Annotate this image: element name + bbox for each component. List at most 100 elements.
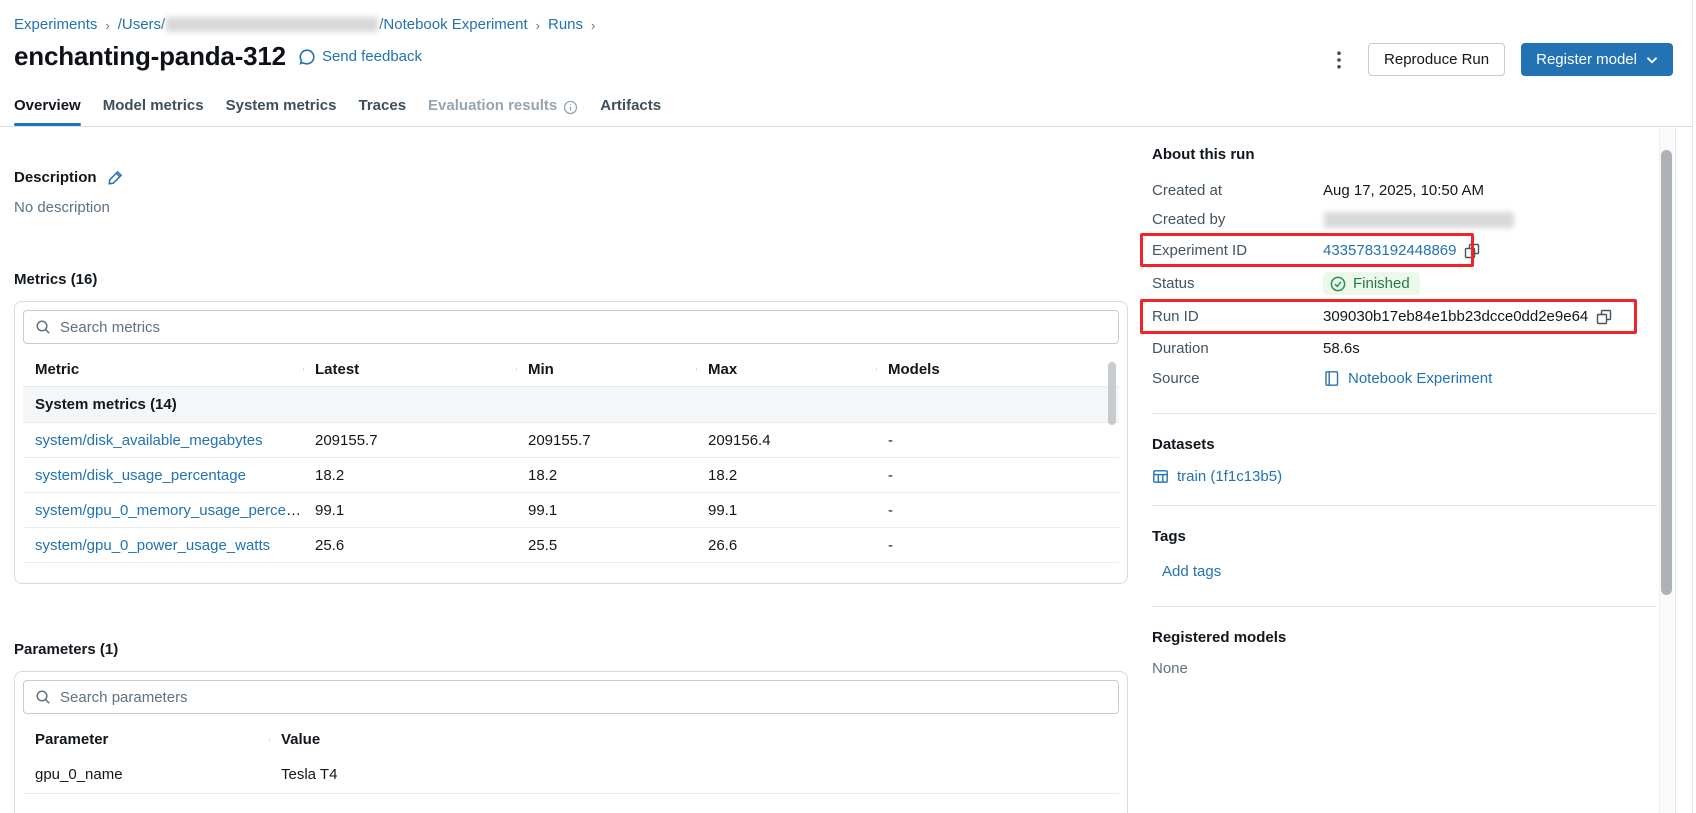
metric-min: 25.5 — [528, 536, 558, 554]
tab-artifacts[interactable]: Artifacts — [600, 92, 661, 126]
tab-overview-label: Overview — [14, 97, 81, 114]
parameters-search-input[interactable] — [60, 688, 1107, 706]
run-details-sidebar: About this run Created at Aug 17, 2025, … — [1152, 128, 1657, 677]
created-at-row: Created at Aug 17, 2025, 10:50 AM — [1152, 176, 1657, 205]
breadcrumb-experiments[interactable]: Experiments — [14, 16, 97, 33]
about-this-run-heading: About this run — [1152, 146, 1255, 163]
datasets-heading: Datasets — [1152, 436, 1215, 453]
breadcrumb-notebook-experiment[interactable]: /Notebook Experiment — [379, 16, 527, 33]
metric-models: - — [888, 501, 893, 519]
notebook-icon — [1325, 370, 1339, 386]
dataset-item[interactable]: train (1f1c13b5) — [1152, 468, 1657, 485]
metrics-search-input[interactable] — [60, 318, 1107, 336]
tab-model-metrics-label: Model metrics — [102, 97, 204, 114]
register-model-button[interactable]: Register model — [1521, 43, 1673, 76]
metrics-table-scrollbar[interactable] — [1108, 362, 1116, 425]
metric-max: 26.6 — [708, 536, 738, 554]
status-row: Status Finished — [1152, 267, 1657, 300]
reproduce-run-button[interactable]: Reproduce Run — [1368, 43, 1506, 76]
metric-row: system/disk_available_megabytes 209155.7 2… — [23, 423, 1119, 458]
tab-evaluation-results[interactable]: Evaluation results — [428, 92, 578, 126]
breadcrumb-runs[interactable]: Runs — [548, 16, 583, 33]
about-rows: Created at Aug 17, 2025, 10:50 AM Create… — [1152, 176, 1657, 393]
overflow-menu-button[interactable] — [1326, 43, 1352, 76]
chevron-down-icon — [1646, 56, 1658, 63]
tab-system-metrics-label: System metrics — [225, 97, 337, 114]
breadcrumb-separator: › — [535, 17, 540, 33]
add-tags-wrapper: Add tags — [1152, 563, 1657, 580]
metric-link[interactable]: system/gpu_0_memory_usage_percenta... — [35, 502, 303, 519]
duration-row: Duration 58.6s — [1152, 333, 1657, 363]
page-title: enchanting-panda-312 — [14, 41, 286, 71]
registered-models-value: None — [1152, 660, 1188, 677]
status-label: Status — [1152, 275, 1195, 292]
metrics-table: Metric Latest Min Max Models System metr… — [23, 353, 1119, 563]
metric-min: 18.2 — [528, 466, 558, 484]
metric-latest: 209155.7 — [315, 431, 378, 449]
parameter-row: gpu_0_name Tesla T4 — [23, 756, 1119, 794]
metrics-bottom-fade — [16, 561, 1126, 583]
feedback-bubble-icon — [299, 48, 315, 65]
metrics-table-header: Metric Latest Min Max Models — [23, 353, 1119, 386]
copy-icon — [1465, 243, 1480, 258]
col-metric: Metric — [35, 361, 80, 378]
table-icon — [1153, 470, 1168, 483]
run-id-row: Run ID 309030b17eb84e1bb23dcce0dd2e9e64 — [1152, 300, 1657, 333]
breadcrumb-experiment-path[interactable]: /Users/ /Notebook Experiment — [118, 16, 528, 33]
dataset-link[interactable]: train (1f1c13b5) — [1177, 468, 1282, 485]
registered-models-heading: Registered models — [1152, 629, 1287, 646]
metrics-heading: Metrics (16) — [14, 271, 98, 288]
created-by-label: Created by — [1152, 211, 1226, 228]
breadcrumb: Experiments › /Users/ /Notebook Experime… — [14, 16, 595, 33]
add-tags-link[interactable]: Add tags — [1162, 563, 1221, 580]
experiment-id-link[interactable]: 4335783192448869 — [1323, 242, 1456, 259]
copy-run-id-button[interactable] — [1596, 309, 1612, 325]
tab-model-metrics[interactable]: Model metrics — [103, 92, 204, 126]
title-row: enchanting-panda-312 Send feedback — [14, 41, 422, 72]
reproduce-run-label: Reproduce Run — [1384, 51, 1490, 68]
description-section-header: Description — [14, 168, 1128, 187]
metrics-table-body: system/disk_available_megabytes 209155.7 2… — [23, 423, 1119, 563]
source-link[interactable]: Notebook Experiment — [1348, 370, 1492, 387]
metric-min: 209155.7 — [528, 431, 591, 449]
header-actions: Reproduce Run Register model — [1326, 43, 1673, 76]
metric-link[interactable]: system/disk_usage_percentage — [35, 467, 246, 484]
search-icon — [36, 690, 50, 704]
kebab-icon — [1337, 50, 1341, 69]
tab-overview[interactable]: Overview — [14, 92, 81, 126]
duration-label: Duration — [1152, 339, 1209, 357]
metric-link[interactable]: system/disk_available_megabytes — [35, 432, 263, 449]
col-min: Min — [516, 361, 696, 378]
metric-latest: 25.6 — [315, 536, 345, 554]
breadcrumb-users-prefix[interactable]: /Users/ — [118, 16, 166, 33]
page-scrollbar-thumb[interactable] — [1661, 150, 1672, 595]
parameters-heading: Parameters (1) — [14, 641, 119, 658]
search-icon — [36, 320, 50, 334]
send-feedback-label: Send feedback — [321, 48, 423, 65]
source-row: Source Notebook Experiment — [1152, 363, 1657, 393]
edit-pencil-icon[interactable] — [107, 169, 124, 186]
redacted-username-blur — [166, 17, 379, 32]
metric-name-cell: system/gpu_0_memory_usage_percenta... — [23, 502, 303, 519]
metric-row: system/gpu_0_power_usage_watts 25.6 25.5 26… — [23, 528, 1119, 563]
metric-max: 99.1 — [708, 501, 738, 519]
experiment-id-row: Experiment ID 4335783192448869 — [1152, 234, 1657, 267]
col-value: Value — [269, 731, 1119, 748]
col-models: Models — [876, 361, 1119, 378]
tab-artifacts-label: Artifacts — [600, 97, 662, 114]
tab-bar: Overview Model metrics System metrics Tr… — [0, 92, 1692, 127]
metrics-search-box — [23, 310, 1119, 344]
sidebar-divider — [1152, 505, 1657, 506]
status-text: Finished — [1353, 275, 1410, 292]
send-feedback-link[interactable]: Send feedback — [298, 48, 422, 66]
tab-system-metrics[interactable]: System metrics — [226, 92, 337, 126]
main-content: Description No description Metrics (16) … — [14, 128, 1128, 813]
parameters-search-box — [23, 680, 1119, 714]
status-badge: Finished — [1323, 272, 1420, 295]
tab-traces[interactable]: Traces — [359, 92, 407, 126]
duration-value: 58.6s — [1323, 339, 1360, 357]
metric-link[interactable]: system/gpu_0_power_usage_watts — [35, 537, 270, 554]
metric-name-cell: system/disk_available_megabytes — [23, 432, 303, 449]
copy-experiment-id-button[interactable] — [1464, 243, 1480, 259]
metric-max: 209156.4 — [708, 431, 771, 449]
